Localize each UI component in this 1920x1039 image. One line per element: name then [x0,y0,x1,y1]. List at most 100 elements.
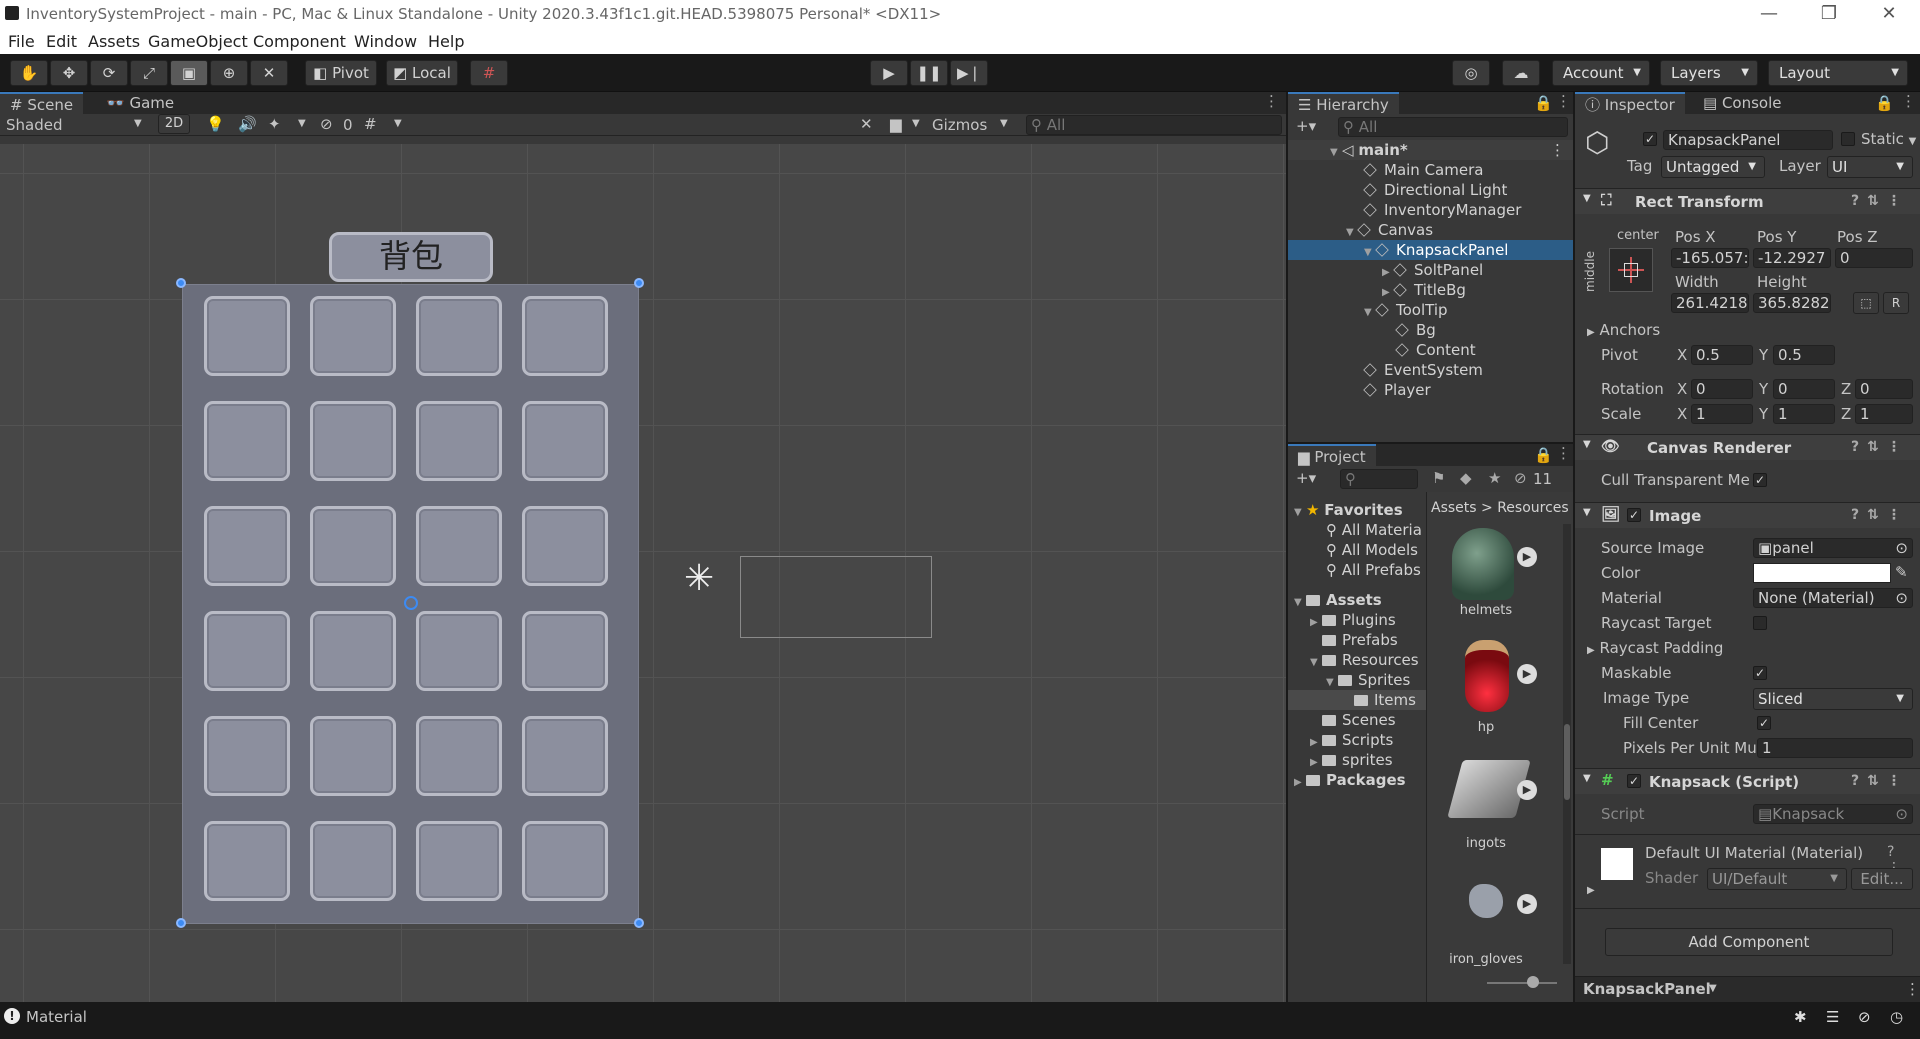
shader-dropdown[interactable]: UI/Default ▼ [1707,868,1847,890]
raycast-target-checkbox[interactable] [1753,616,1767,630]
hp-potion-thumbnail-icon[interactable] [1465,640,1509,712]
filter-label-icon[interactable]: ◆ [1460,469,1472,487]
folder-resources[interactable]: ▼ Resources [1310,650,1419,670]
asset-helmets[interactable]: helmets [1431,603,1541,618]
object-picker-icon[interactable]: ⊙ [1895,589,1908,607]
thumbnail-size-slider-handle[interactable] [1527,976,1539,988]
add-component-button[interactable]: Add Component [1605,928,1893,956]
edit-shader-button[interactable]: Edit... [1851,868,1913,890]
scrollbar[interactable] [1563,524,1571,964]
knapsack-script-header[interactable]: ▼ # ✓ Knapsack (Script) ?⇅⋮ [1575,768,1920,794]
tab-project[interactable]: ▆ Project [1288,444,1376,466]
gizmos-dropdown[interactable]: Gizmos [932,116,987,134]
breadcrumb-assets[interactable]: Assets [1431,500,1477,516]
inventory-slot[interactable] [310,296,396,376]
cull-transparent-checkbox[interactable]: ✓ [1753,473,1767,487]
anchors-row[interactable]: ▶ Anchors [1587,321,1660,339]
color-swatch[interactable] [1753,563,1891,583]
inventory-slot[interactable] [522,716,608,796]
hierarchy-item-directional-light[interactable]: Directional Light [1288,180,1573,200]
lock-icon[interactable]: 🔒 [1534,94,1553,112]
breadcrumb-resources[interactable]: Resources [1497,500,1569,516]
assets-folder-row[interactable]: ▼ Assets [1294,590,1382,610]
selection-handle[interactable] [176,918,186,928]
script-field[interactable]: ▤Knapsack ⊙ [1753,804,1913,824]
tab-hierarchy[interactable]: ☰ Hierarchy [1288,92,1399,114]
inventory-slot[interactable] [522,821,608,901]
rotation-x-input[interactable]: 0 [1691,379,1753,399]
more-options-icon[interactable]: ⋮ [1264,92,1279,110]
folder-scripts[interactable]: ▶ Scripts [1310,730,1393,750]
thumbnail-size-slider[interactable] [1487,982,1557,984]
folder-sprites[interactable]: ▼ Sprites [1326,670,1410,690]
inventory-slot[interactable] [416,821,502,901]
lock-icon[interactable]: 🔒 [1534,446,1553,464]
anchor-preset-icon[interactable] [1609,248,1653,292]
canvas-renderer-header[interactable]: ▼ 👁 Canvas Renderer ?⇅⋮ [1575,434,1920,460]
hierarchy-item-knapsack-panel[interactable]: ▼ KnapsackPanel [1288,240,1573,260]
add-icon[interactable]: +▾ [1296,469,1316,487]
inventory-slot[interactable] [204,296,290,376]
helmet-thumbnail-icon[interactable] [1452,528,1514,600]
selection-handle[interactable] [634,278,644,288]
hidden-packages-icon[interactable]: ⊘ [1514,469,1527,487]
scene-search-input[interactable]: ⚲ All [1026,115,1282,135]
maskable-checkbox[interactable]: ✓ [1753,666,1767,680]
pivot-handle[interactable] [404,596,418,610]
pos-y-input[interactable]: -12.2927 [1753,248,1831,268]
step-button-icon[interactable]: ▶❘ [950,60,988,86]
hierarchy-item-inventory-manager[interactable]: InventoryManager [1288,200,1573,220]
more-options-icon[interactable]: ⋮ [1901,92,1916,110]
source-image-field[interactable]: ▣panel ⊙ [1753,538,1913,558]
height-input[interactable]: 365.8282 [1753,293,1831,313]
inventory-slot[interactable] [522,611,608,691]
inventory-slot[interactable] [204,611,290,691]
scrollbar-thumb[interactable] [1564,724,1570,800]
collab-icon[interactable]: ◎ [1452,60,1490,86]
custom-tool-icon[interactable]: ✕ [250,60,288,86]
tab-inspector[interactable]: ⓘ Inspector [1575,92,1685,114]
bug-icon[interactable]: ✱ [1794,1008,1807,1026]
cache-icon[interactable]: ⊘ [1858,1008,1871,1026]
hand-tool-icon[interactable]: ✋ [10,60,48,86]
menu-component[interactable]: Component [253,32,346,51]
inventory-slot[interactable] [310,716,396,796]
selection-handle[interactable] [634,918,644,928]
info-icon[interactable]: ! [4,1008,20,1024]
inventory-slot[interactable] [416,611,502,691]
inventory-slot[interactable] [204,716,290,796]
raycast-padding-row[interactable]: ▶ Raycast Padding [1587,639,1723,657]
layout-dropdown[interactable]: Layout ▼ [1768,60,1908,86]
play-preview-icon[interactable]: ▶ [1517,780,1537,800]
packages-folder-row[interactable]: ▶ Packages [1294,770,1406,790]
local-toggle[interactable]: ◩ Local [386,60,458,86]
tab-game[interactable]: 👓 Game [96,92,184,114]
rect-transform-header[interactable]: ▼ ⛶ Rect Transform ?⇅⋮ [1575,188,1920,214]
inventory-slot[interactable] [204,401,290,481]
component-actions-icon[interactable]: ?⇅⋮ [1851,773,1909,789]
static-checkbox[interactable] [1841,132,1855,146]
hierarchy-item-solt-panel[interactable]: ▶ SoltPanel [1288,260,1573,280]
tools-icon[interactable]: ✕ [860,115,873,133]
folder-prefabs[interactable]: Prefabs [1322,630,1398,650]
pause-button-icon[interactable]: ❚❚ [910,60,948,86]
scale-z-input[interactable]: 1 [1855,404,1913,424]
filter-type-icon[interactable]: ⚑ [1432,469,1445,487]
scale-tool-icon[interactable]: ⤢ [130,60,168,86]
audio-icon[interactable]: 🔊 [238,115,257,133]
project-search-input[interactable]: ⚲ [1340,469,1418,489]
minimize-button[interactable]: — [1740,0,1798,28]
pixels-per-unit-input[interactable]: 1 [1757,738,1913,758]
active-checkbox[interactable]: ✓ [1643,132,1657,146]
scene-viewport[interactable]: 背包 ✳ [0,144,1286,1002]
2d-toggle[interactable]: 2D [158,114,190,134]
pos-z-input[interactable]: 0 [1835,248,1913,268]
hierarchy-item-title-bg[interactable]: ▶ TitleBg [1288,280,1573,300]
tag-dropdown[interactable]: Untagged ▼ [1661,156,1765,178]
more-options-icon[interactable]: ⋮ [1905,980,1920,998]
grid-icon[interactable]: # [364,115,377,133]
menu-help[interactable]: Help [428,32,464,51]
play-preview-icon[interactable]: ▶ [1517,894,1537,914]
pivot-x-input[interactable]: 0.5 [1691,345,1753,365]
menu-gameobject[interactable]: GameObject [148,32,248,51]
